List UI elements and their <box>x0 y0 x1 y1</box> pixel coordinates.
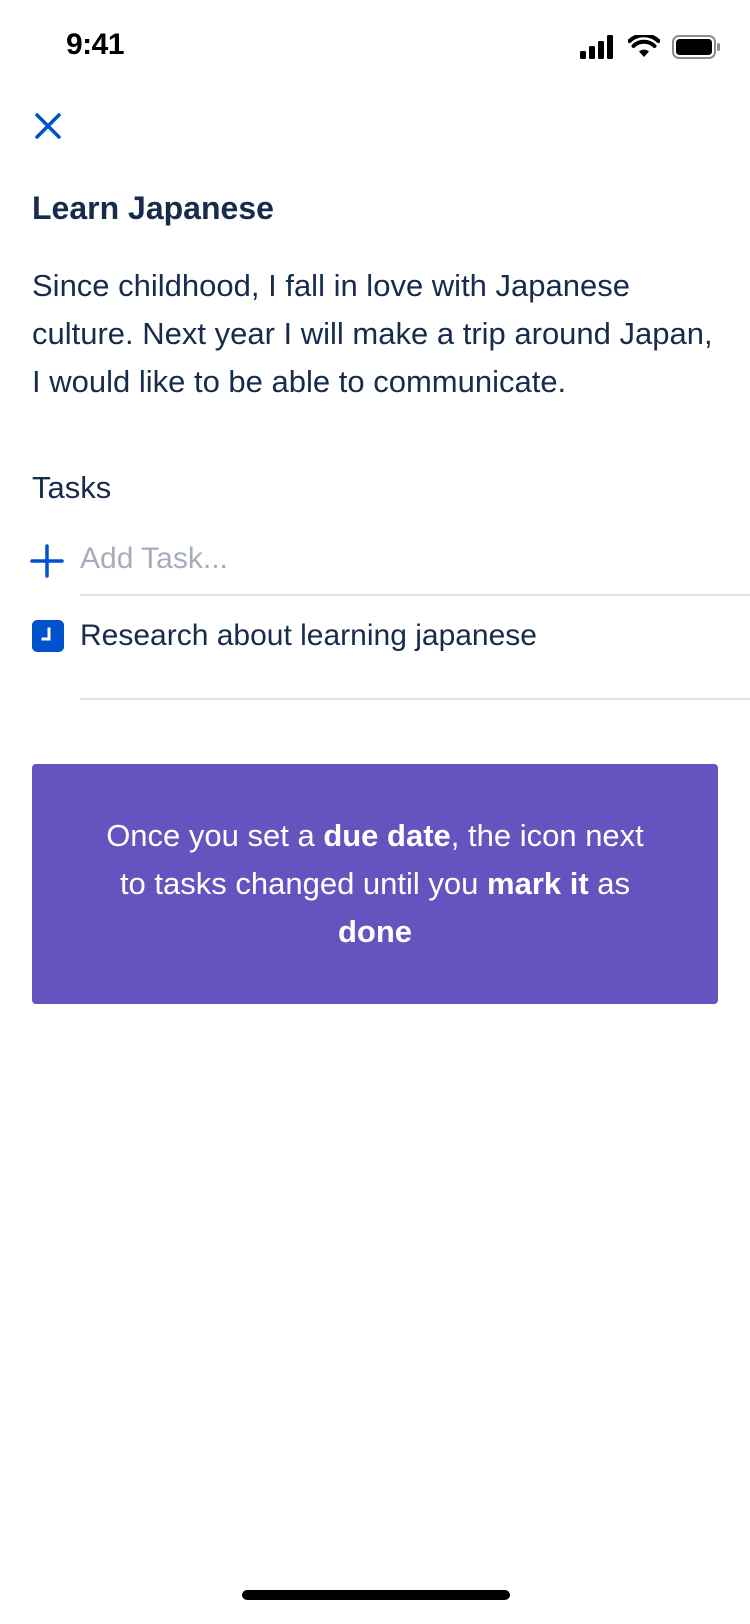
info-banner: Once you set a due date, the icon next t… <box>32 764 718 1004</box>
goal-title: Learn Japanese <box>32 190 274 226</box>
close-button[interactable] <box>26 104 70 148</box>
plus-icon[interactable] <box>30 544 64 578</box>
add-task-row[interactable] <box>0 520 750 596</box>
close-icon <box>35 113 61 139</box>
banner-text-bold-done: done <box>337 914 413 949</box>
info-banner-text: Once you set a due date, the icon next t… <box>105 812 645 956</box>
battery-icon <box>672 35 720 59</box>
banner-text-bold-mark-it: mark it <box>487 866 589 901</box>
tasks-heading: Tasks <box>32 470 112 505</box>
wifi-icon <box>628 35 660 57</box>
status-time: 9:41 <box>66 28 125 61</box>
task-item[interactable]: Research about learning japanese <box>0 614 750 684</box>
task-divider <box>80 698 750 700</box>
task-label: Research about learning japanese <box>80 619 537 652</box>
banner-text-bold-due-date: due date <box>323 818 451 853</box>
status-bar: 9:41 <box>0 0 750 90</box>
status-icons <box>580 34 720 60</box>
cellular-signal-icon <box>580 35 613 59</box>
add-task-divider <box>80 594 750 596</box>
clock-icon[interactable] <box>32 620 64 652</box>
add-task-input[interactable] <box>80 534 720 584</box>
banner-text-segment: Once you set a <box>106 818 324 853</box>
banner-text-segment: as <box>588 866 631 901</box>
goal-description: Since childhood, I fall in love with Jap… <box>32 268 713 399</box>
home-indicator <box>242 1590 510 1600</box>
